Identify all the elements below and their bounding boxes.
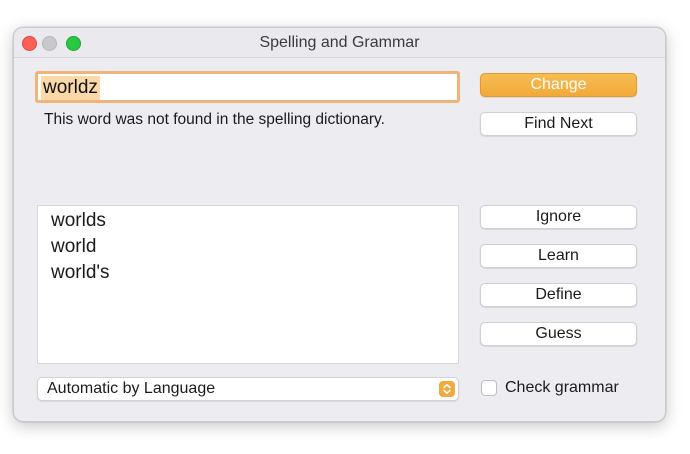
guess-button[interactable]: Guess [480,322,637,346]
language-popup[interactable]: Automatic by Language [37,377,459,401]
suggestion-item[interactable]: world's [38,260,458,286]
suggestion-item[interactable]: world [38,234,458,260]
find-next-button[interactable]: Find Next [480,112,637,136]
title-bar: Spelling and Grammar [14,28,665,58]
learn-button[interactable]: Learn [480,244,637,268]
misspelled-word-field[interactable]: worldz [35,71,460,103]
suggestions-list[interactable]: worlds world world's [37,205,459,364]
change-button[interactable]: Change [480,73,637,97]
ignore-button[interactable]: Ignore [480,205,637,229]
updown-chevron-icon [439,381,455,397]
suggestion-item[interactable]: worlds [38,208,458,234]
spelling-grammar-window: Spelling and Grammar worldz This word wa… [13,27,666,422]
define-button[interactable]: Define [480,283,637,307]
language-selected-label: Automatic by Language [47,380,216,397]
not-found-message: This word was not found in the spelling … [44,111,385,128]
window-title: Spelling and Grammar [259,34,420,51]
misspelled-word-text: worldz [41,76,100,100]
check-grammar-label[interactable]: Check grammar [505,378,619,398]
check-grammar-checkbox[interactable] [481,380,497,396]
